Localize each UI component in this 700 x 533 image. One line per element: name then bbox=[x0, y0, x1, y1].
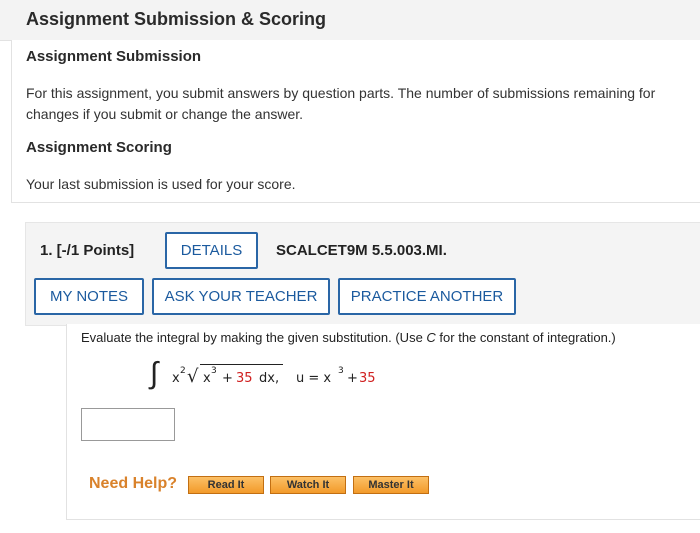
details-button[interactable]: DETAILS bbox=[165, 232, 258, 269]
radicand-plus: + bbox=[222, 371, 233, 386]
my-notes-button[interactable]: MY NOTES bbox=[34, 278, 144, 315]
master-it-button[interactable]: Master It bbox=[353, 476, 429, 494]
page-title: Assignment Submission & Scoring bbox=[26, 9, 327, 29]
question-prompt: Evaluate the integral by making the give… bbox=[81, 330, 616, 345]
read-it-button[interactable]: Read It bbox=[188, 476, 264, 494]
need-help-label: Need Help? bbox=[89, 475, 178, 492]
differential: dx, bbox=[259, 371, 280, 386]
submission-text-line-1: For this assignment, you submit answers … bbox=[26, 85, 656, 101]
integral-sign: ∫ bbox=[150, 356, 159, 391]
practice-another-button[interactable]: PRACTICE ANOTHER bbox=[338, 278, 516, 315]
submission-text-line-2: changes if you submit or change the answ… bbox=[26, 106, 304, 122]
question-code: SCALCET9M 5.5.003.MI. bbox=[276, 242, 447, 259]
integrand-x: x bbox=[172, 371, 180, 386]
watch-it-button[interactable]: Watch It bbox=[270, 476, 346, 494]
sqrt-sign: √ bbox=[187, 366, 199, 387]
radicand-constant: 35 bbox=[236, 371, 253, 386]
question-number-points: 1. [-/1 Points] bbox=[40, 242, 135, 259]
integrand-exponent: 2 bbox=[180, 366, 186, 376]
radicand-exponent: 3 bbox=[211, 366, 217, 376]
scoring-text: Your last submission is used for your sc… bbox=[26, 176, 296, 192]
submission-heading: Assignment Submission bbox=[26, 48, 202, 65]
title-bar: Assignment Submission & Scoring bbox=[0, 0, 700, 41]
scoring-heading: Assignment Scoring bbox=[26, 139, 172, 156]
ask-your-teacher-button[interactable]: ASK YOUR TEACHER bbox=[152, 278, 330, 315]
substitution-constant: 35 bbox=[359, 371, 376, 386]
sqrt-bar bbox=[200, 364, 283, 365]
substitution-plus: + bbox=[347, 371, 358, 386]
integral-expression: ∫ x 2 √ x 3 + 35 dx, u = x 3 + 35 bbox=[150, 356, 410, 402]
substitution-exponent: 3 bbox=[338, 366, 344, 376]
answer-input[interactable] bbox=[81, 408, 175, 441]
substitution-u: u = x bbox=[296, 371, 332, 386]
radicand-x: x bbox=[203, 371, 211, 386]
